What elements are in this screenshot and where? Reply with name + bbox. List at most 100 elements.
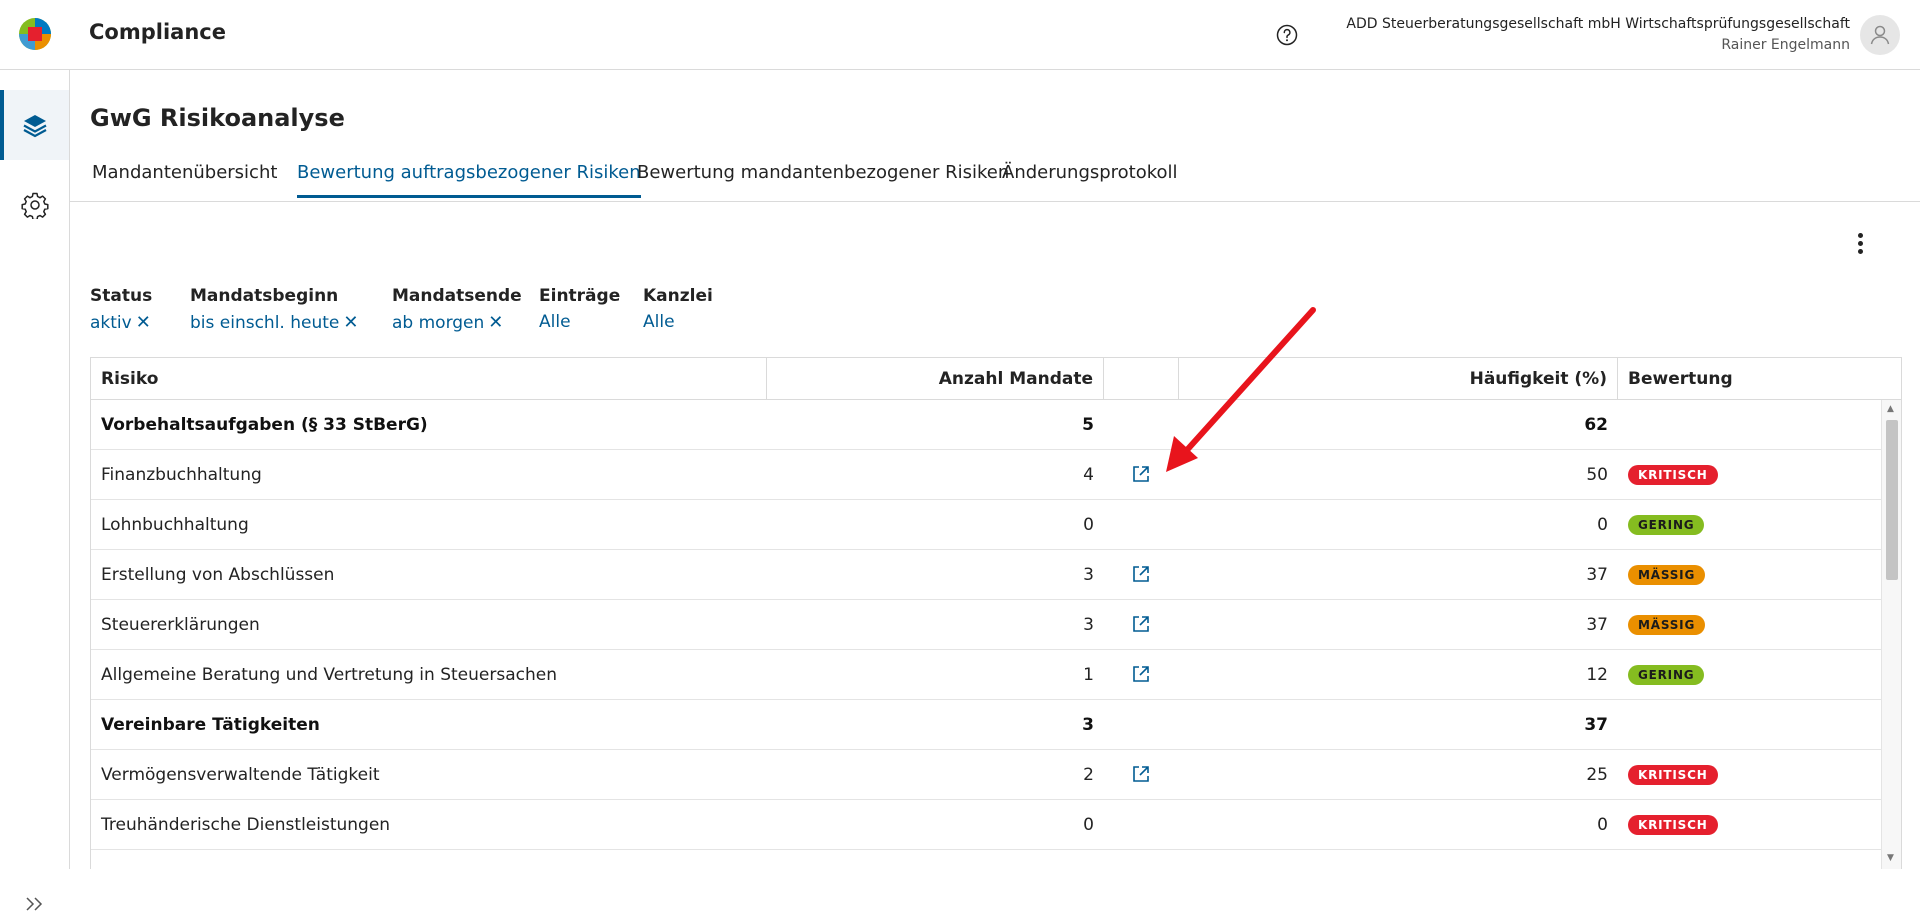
vertical-scrollbar[interactable]: ▲ ▼ [1881,400,1901,869]
filter-label: Status [90,286,153,306]
nav-item-risk-analysis[interactable] [0,90,69,160]
top-bar: Compliance ADD Steuerberatungsgesellscha… [0,0,1920,70]
column-header-haeufigkeit[interactable]: Häufigkeit (%) [1179,358,1618,400]
cell-haeufigkeit: 37 [1586,615,1608,635]
side-navigation [0,70,70,911]
company-name: ADD Steuerberatungsgesellschaft mbH Wirt… [1346,16,1850,32]
tab-bar: Mandantenübersicht Bewertung auftragsbez… [70,150,1920,202]
scroll-up-arrow[interactable]: ▲ [1887,404,1894,414]
cell-haeufigkeit: 62 [1584,415,1608,435]
cell-bewertung: KRITISCH [1618,450,1881,500]
close-icon[interactable]: ✕ [343,312,358,333]
cell-risiko: Erstellung von Abschlüssen [101,565,335,585]
table-row[interactable]: Finanzbuchhaltung 4 50 KRITISCH [91,450,1881,500]
filter-mandatsende: Mandatsende ab morgen ✕ [392,286,522,333]
table-header: Risiko Anzahl Mandate Häufigkeit (%) Bew… [91,358,1901,400]
scroll-down-arrow[interactable]: ▼ [1887,853,1894,863]
rating-badge: KRITISCH [1628,765,1718,785]
rating-badge: KRITISCH [1628,815,1718,835]
table-row[interactable]: Treuhänderische Dienstleistungen 0 0 KRITIS… [91,800,1881,850]
filter-status: Status aktiv ✕ [90,286,152,333]
cell-risiko: Allgemeine Beratung und Vertretung in St… [101,665,557,685]
rating-badge: GERING [1628,515,1705,535]
cell-bewertung: MÄSSIG [1618,600,1881,650]
filter-kanzlei: Kanzlei Alle [643,286,713,332]
cell-bewertung: KRITISCH [1618,750,1881,800]
cell-risiko: Steuererklärungen [101,615,260,635]
help-icon[interactable] [1275,23,1299,47]
cell-anzahl-mandate: 3 [1083,615,1094,635]
tab-mandantenuebersicht[interactable]: Mandantenübersicht [92,162,277,195]
avatar[interactable] [1860,15,1900,55]
rating-badge: MÄSSIG [1628,615,1706,635]
tab-auftragsbezogene-risiken[interactable]: Bewertung auftragsbezogener Risiken [297,162,641,198]
table-row[interactable]: Steuererklärungen 3 37 MÄSSIG [91,600,1881,650]
filter-label: Einträge [539,286,621,306]
gear-icon [20,192,49,219]
cell-risiko: Lohnbuchhaltung [101,515,249,535]
cell-bewertung [1618,700,1881,750]
external-link-icon[interactable] [1131,464,1151,484]
cell-anzahl-mandate: 4 [1083,465,1094,485]
cell-risiko: Vorbehaltsaufgaben (§ 33 StBerG) [101,415,428,435]
more-options-button[interactable] [1848,228,1872,258]
column-header-bewertung[interactable]: Bewertung [1618,358,1901,400]
logo[interactable] [18,17,52,51]
cell-anzahl-mandate: 3 [1083,565,1094,585]
cell-anzahl-mandate: 3 [1082,715,1094,735]
external-link-icon[interactable] [1131,664,1151,684]
avatar-icon [1870,25,1890,45]
close-icon[interactable]: ✕ [136,312,151,333]
filter-eintraege: Einträge Alle [539,286,620,332]
cell-bewertung: GERING [1618,500,1881,550]
table-group-row[interactable]: Vorbehaltsaufgaben (§ 33 StBerG) 5 62 [91,400,1881,450]
filter-label: Mandatsende [392,286,522,306]
cell-bewertung: KRITISCH [1618,800,1881,850]
external-link-icon[interactable] [1131,564,1151,584]
filter-value-status[interactable]: aktiv ✕ [90,312,151,333]
filter-value-mandatsbeginn[interactable]: bis einschl. heute ✕ [190,312,358,333]
cell-haeufigkeit: 25 [1586,765,1608,785]
table-row[interactable]: Vermögensverwaltende Tätigkeit 2 25 KRITISC… [91,750,1881,800]
column-header-risiko[interactable]: Risiko [91,358,767,400]
filter-mandatsbeginn: Mandatsbeginn bis einschl. heute ✕ [190,286,358,333]
cell-haeufigkeit: 37 [1584,715,1608,735]
rating-badge: MÄSSIG [1628,565,1706,585]
table-row[interactable]: Allgemeine Beratung und Vertretung in St… [91,650,1881,700]
cell-risiko: Treuhänderische Dienstleistungen [101,815,391,835]
filter-value-kanzlei[interactable]: Alle [643,312,675,332]
cell-haeufigkeit: 0 [1597,815,1608,835]
user-name: Rainer Engelmann [1721,37,1850,53]
cell-haeufigkeit: 0 [1597,515,1608,535]
filter-value-eintraege[interactable]: Alle [539,312,571,332]
close-icon[interactable]: ✕ [488,312,503,333]
tab-mandantenbezogene-risiken[interactable]: Bewertung mandantenbezogener Risiken [637,162,1009,195]
nav-item-settings[interactable] [0,170,69,240]
app-title: Compliance [89,20,226,44]
kebab-icon [1857,232,1863,238]
table-group-row[interactable]: Vereinbare Tätigkeiten 3 37 [91,700,1881,750]
column-header-link [1104,358,1179,400]
cell-risiko: Vereinbare Tätigkeiten [101,715,320,735]
filter-label: Mandatsbeginn [190,286,339,306]
filter-value-mandatsende[interactable]: ab morgen ✕ [392,312,503,333]
cell-haeufigkeit: 50 [1586,465,1608,485]
layers-icon [22,115,47,138]
rating-badge: KRITISCH [1628,465,1718,485]
cell-anzahl-mandate: 0 [1083,515,1094,535]
cell-risiko: Vermögensverwaltende Tätigkeit [101,765,380,785]
filter-label: Kanzlei [643,286,713,306]
external-link-icon[interactable] [1131,764,1151,784]
column-header-anzahl-mandate[interactable]: Anzahl Mandate [767,358,1104,400]
table-row[interactable]: Lohnbuchhaltung 0 0 GERING [91,500,1881,550]
external-link-icon[interactable] [1131,614,1151,634]
scroll-thumb[interactable] [1886,420,1898,580]
table-row[interactable]: Erstellung von Abschlüssen 3 37 MÄSSIG [91,550,1881,600]
cell-anzahl-mandate: 5 [1082,415,1094,435]
expand-sidebar-button[interactable] [20,890,50,918]
page-title: GwG Risikoanalyse [90,104,345,132]
tab-aenderungsprotokoll[interactable]: Änderungsprotokoll [1002,162,1178,195]
risk-table: Risiko Anzahl Mandate Häufigkeit (%) Bew… [90,357,1902,869]
cell-bewertung: GERING [1618,650,1881,700]
account-info[interactable]: ADD Steuerberatungsgesellschaft mbH Wirt… [1346,14,1850,56]
